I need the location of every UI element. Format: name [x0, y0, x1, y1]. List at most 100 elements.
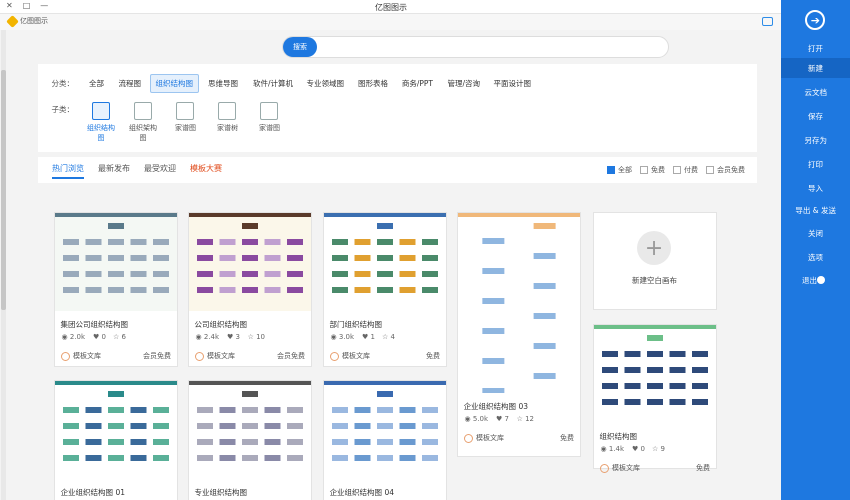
- template-card[interactable]: 企业组织结构图 04: [323, 380, 447, 500]
- template-card[interactable]: 部门组织结构图 ◉ 3.0k ♥ 1 ☆ 4 模板文库 免费: [323, 212, 447, 367]
- filter-paid[interactable]: 付费: [673, 165, 698, 175]
- category-business[interactable]: 商务/PPT: [397, 75, 438, 92]
- category-management[interactable]: 管理/咨询: [442, 75, 485, 92]
- template-card[interactable]: 公司组织结构图 ◉ 2.4k ♥ 3 ☆ 10 模板文库 会员免费: [188, 212, 312, 367]
- price-filters: 全部 免费 付费 会员免费: [607, 165, 745, 175]
- vip-gem-icon: [6, 14, 19, 28]
- template-card[interactable]: 企业组织结构图 01: [54, 380, 178, 500]
- org-chart-icon: [92, 102, 111, 120]
- category-org-chart[interactable]: 组织结构图: [150, 74, 200, 93]
- subtype-family-chart[interactable]: 家谱图: [255, 102, 285, 133]
- template-name: 集团公司组织结构图: [61, 320, 129, 329]
- template-thumbnail: [594, 325, 716, 423]
- tab-hot[interactable]: 热门浏览: [52, 163, 84, 179]
- checkbox-icon: [640, 166, 648, 174]
- checkbox-icon: [607, 166, 615, 174]
- sidebar-item-save[interactable]: 保存: [781, 106, 850, 126]
- filter-member-free[interactable]: 会员免费: [706, 165, 745, 175]
- checkbox-icon: [706, 166, 714, 174]
- new-blank-canvas[interactable]: + 新建空白画布: [593, 212, 717, 310]
- template-name: 公司组织结构图: [195, 320, 248, 329]
- template-preview: [55, 381, 177, 479]
- tab-popular[interactable]: 最受欢迎: [144, 163, 176, 179]
- template-stats: ◉ 1.4k ♥ 0 ☆ 9: [600, 445, 666, 453]
- category-software[interactable]: 软件/计算机: [248, 75, 298, 92]
- template-stats: ◉ 3.0k ♥ 1 ☆ 4: [330, 333, 396, 341]
- sidebar: ➔ 打开 新建 云文档 保存 另存为 打印 导入 导出 & 发送 关闭 选项 退…: [781, 0, 850, 500]
- template-author[interactable]: 模板文库: [330, 351, 370, 361]
- scrollbar[interactable]: [1, 30, 6, 500]
- template-stats: ◉ 2.4k ♥ 3 ☆ 10: [195, 333, 265, 341]
- template-card[interactable]: 企业组织结构图 03 ◉ 5.0k ♥ 7 ☆ 12 模板文库 免费: [457, 212, 581, 457]
- category-flowchart[interactable]: 流程图: [114, 75, 147, 92]
- back-arrow-icon[interactable]: ➔: [805, 10, 825, 30]
- minimize-button[interactable]: —: [40, 1, 48, 10]
- template-card[interactable]: 组织结构图 ◉ 1.4k ♥ 0 ☆ 9 模板文库 免费: [593, 324, 717, 473]
- template-name: 专业组织结构图: [195, 488, 248, 497]
- template-author[interactable]: 模板文库: [600, 463, 640, 473]
- price-tag: 免费: [426, 352, 440, 360]
- sidebar-item-import[interactable]: 导入: [781, 178, 850, 198]
- price-tag: 免费: [560, 434, 574, 442]
- template-preview: [55, 213, 177, 311]
- tab-contest[interactable]: 模板大赛: [190, 163, 222, 179]
- family-tree-icon: [176, 102, 195, 120]
- category-mindmap[interactable]: 思维导图: [204, 75, 244, 92]
- template-preview: [458, 213, 580, 393]
- message-icon[interactable]: [762, 17, 773, 26]
- like-count: ♥ 3: [226, 333, 240, 341]
- fav-count: ☆ 9: [652, 445, 666, 453]
- account-badge[interactable]: 亿图图示: [6, 14, 48, 28]
- search-bar[interactable]: 搜索: [282, 36, 669, 58]
- template-name: 企业组织结构图 01: [61, 488, 126, 497]
- template-author[interactable]: 模板文库: [61, 351, 101, 361]
- filter-bar: 热门浏览 最新发布 最受欢迎 模板大赛 全部 免费 付费 会员免费: [38, 157, 757, 183]
- subtype-family-tree[interactable]: 家谱图: [171, 102, 201, 133]
- template-preview: [324, 381, 446, 479]
- author-avatar: [61, 351, 70, 361]
- template-name: 企业组织结构图 03: [464, 402, 529, 411]
- template-thumbnail: [55, 381, 177, 479]
- sidebar-item-export[interactable]: 导出 & 发送: [781, 200, 850, 220]
- sidebar-item-close[interactable]: 关闭: [781, 223, 850, 243]
- template-card[interactable]: 集团公司组织结构图 ◉ 2.0k ♥ 0 ☆ 6 模板文库 会员免费: [54, 212, 178, 367]
- view-count: ◉ 5.0k: [464, 415, 488, 423]
- category-professional[interactable]: 专业领域图: [302, 75, 350, 92]
- sidebar-item-new[interactable]: 新建: [781, 58, 850, 78]
- subtype-genealogy-tree[interactable]: 家谱树: [213, 102, 243, 133]
- fav-count: ☆ 12: [516, 415, 534, 423]
- template-author[interactable]: 模板文库: [195, 351, 235, 361]
- sidebar-item-open[interactable]: 打开: [781, 38, 850, 58]
- author-avatar: [195, 351, 204, 361]
- template-name: 组织结构图: [600, 432, 638, 441]
- account-row: 亿图图示: [0, 14, 781, 30]
- filter-all[interactable]: 全部: [607, 165, 632, 175]
- filter-free[interactable]: 免费: [640, 165, 665, 175]
- close-button[interactable]: ✕: [6, 1, 13, 10]
- category-label: 分类：: [52, 79, 75, 88]
- search-button[interactable]: 搜索: [283, 37, 317, 57]
- like-count: ♥ 7: [495, 415, 509, 423]
- sidebar-item-save-as[interactable]: 另存为: [781, 130, 850, 150]
- scrollbar-thumb[interactable]: [1, 70, 6, 310]
- category-graphic-design[interactable]: 平面设计图: [489, 75, 537, 92]
- sidebar-item-options[interactable]: 选项: [781, 247, 850, 267]
- tab-latest[interactable]: 最新发布: [98, 163, 130, 179]
- author-avatar: [330, 351, 339, 361]
- template-preview: [189, 381, 311, 479]
- subtype-org-chart[interactable]: 组织结构图: [87, 102, 117, 143]
- template-stats: ◉ 5.0k ♥ 7 ☆ 12: [464, 415, 534, 423]
- sidebar-item-cloud[interactable]: 云文档: [781, 82, 850, 102]
- like-count: ♥ 1: [361, 333, 375, 341]
- template-thumbnail: [189, 381, 311, 479]
- template-card[interactable]: 专业组织结构图: [188, 380, 312, 500]
- category-table[interactable]: 图形表格: [353, 75, 393, 92]
- subtype-org-structure[interactable]: 组织架构图: [129, 102, 159, 143]
- fav-count: ☆ 4: [382, 333, 396, 341]
- template-author[interactable]: 模板文库: [464, 433, 504, 443]
- maximize-button[interactable]: □: [23, 1, 31, 10]
- sidebar-item-print[interactable]: 打印: [781, 154, 850, 174]
- category-all[interactable]: 全部: [85, 75, 110, 92]
- sidebar-item-exit[interactable]: 退出: [781, 270, 850, 290]
- subtype-row: 子类： 组织结构图 组织架构图 家谱图 家谱树 家谱图: [52, 102, 285, 143]
